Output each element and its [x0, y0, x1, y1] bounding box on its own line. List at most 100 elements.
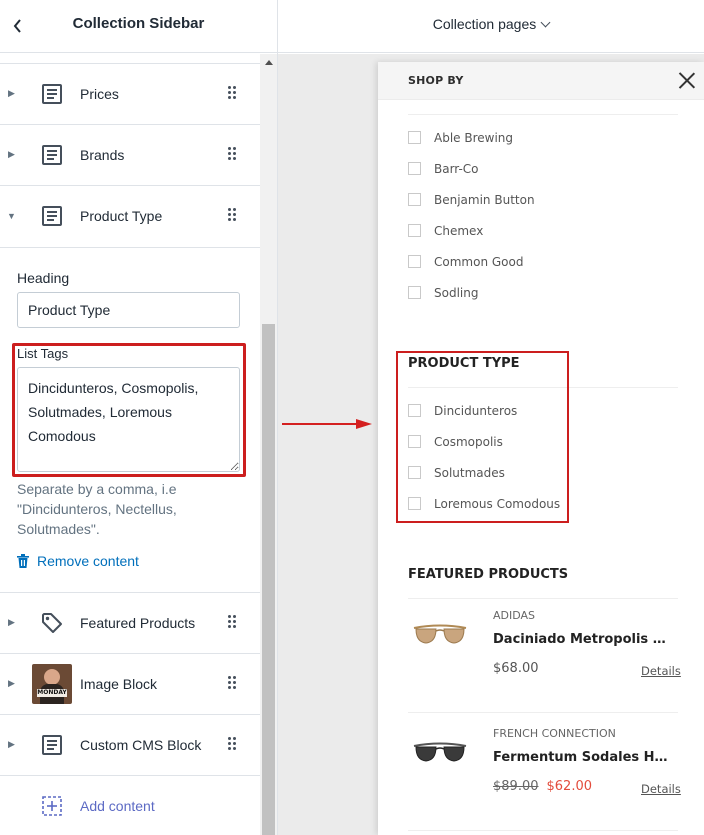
product-card[interactable]: ADIDAS Daciniado Metropolis An... $68.00… — [408, 600, 681, 712]
filter-label: Solutmades — [434, 466, 505, 480]
checkbox[interactable] — [408, 435, 421, 448]
filter-label: Sodling — [434, 286, 479, 300]
product-price: $68.00 — [493, 661, 539, 676]
caret-right-icon[interactable]: ▶ — [8, 617, 15, 628]
section-row-product-type[interactable]: ▼ Product Type — [0, 186, 260, 247]
filter-label: Common Good — [434, 255, 524, 269]
list-tags-label: List Tags — [17, 346, 69, 361]
section-row-brands[interactable]: ▶ Brands — [0, 125, 260, 186]
section-label: Custom CMS Block — [80, 737, 202, 753]
add-content-button[interactable]: Add content — [0, 776, 260, 835]
section-row-featured-products[interactable]: ▶ Featured Products — [0, 593, 260, 654]
caret-right-icon[interactable]: ▶ — [8, 678, 15, 689]
featured-products-title: FEATURED PRODUCTS — [408, 567, 569, 582]
details-link[interactable]: Details — [641, 664, 681, 678]
caret-right-icon[interactable]: ▶ — [8, 739, 15, 750]
checkbox[interactable] — [408, 466, 421, 479]
checkbox[interactable] — [408, 162, 421, 175]
filter-label: Cosmopolis — [434, 435, 503, 449]
text-block-icon — [40, 143, 64, 167]
sidebar-scrollbar[interactable] — [260, 54, 277, 835]
product-type-title: PRODUCT TYPE — [408, 356, 520, 371]
checkbox[interactable] — [408, 255, 421, 268]
checkbox[interactable] — [408, 404, 421, 417]
text-block-icon — [40, 733, 64, 757]
filter-label: Benjamin Button — [434, 193, 535, 207]
caret-right-icon[interactable]: ▶ — [8, 88, 15, 99]
drawer-title: SHOP BY — [408, 74, 464, 87]
caret-right-icon[interactable]: ▶ — [8, 149, 15, 160]
remove-content-button[interactable]: Remove content — [17, 553, 139, 569]
checkbox[interactable] — [408, 224, 421, 237]
filter-label: Barr-Co — [434, 162, 479, 176]
checkbox[interactable] — [408, 193, 421, 206]
divider — [408, 712, 678, 713]
editor-header: Collection Sidebar — [0, 0, 277, 53]
drag-handle-icon[interactable] — [228, 147, 238, 161]
section-label: Prices — [80, 86, 119, 102]
section-label: Product Type — [80, 208, 163, 224]
thumbnail-text: MONDAY — [37, 689, 67, 697]
caret-down-icon[interactable]: ▼ — [7, 211, 16, 221]
drag-handle-icon[interactable] — [228, 737, 238, 751]
sunglasses-image — [413, 742, 467, 762]
text-block-icon — [40, 204, 64, 228]
remove-content-label: Remove content — [37, 553, 139, 569]
preview-header: Collection pages — [278, 0, 704, 53]
section-row-image-block[interactable]: ▶ MONDAY Image Block — [0, 654, 260, 715]
product-card[interactable]: FRENCH CONNECTION Fermentum Sodales Haug… — [408, 718, 681, 830]
heading-input[interactable] — [17, 292, 240, 328]
details-link[interactable]: Details — [641, 782, 681, 796]
add-section-icon — [40, 794, 64, 818]
chevron-down-icon — [540, 17, 551, 28]
heading-label: Heading — [17, 270, 70, 286]
product-brand: ADIDAS — [493, 609, 536, 622]
checkbox[interactable] — [408, 497, 421, 510]
filter-label: Loremous Comodous — [434, 497, 561, 511]
drag-handle-icon[interactable] — [228, 208, 238, 222]
filter-drawer: SHOP BY Able Brewing Barr-Co Benjamin Bu… — [378, 62, 704, 835]
page-selector-label: Collection pages — [432, 16, 537, 32]
close-icon[interactable] — [678, 71, 696, 89]
image-thumbnail: MONDAY — [32, 664, 72, 704]
tag-icon — [40, 611, 64, 635]
editor-title: Collection Sidebar — [72, 15, 205, 32]
divider — [408, 114, 678, 115]
old-price: $89.00 — [493, 779, 539, 794]
product-name[interactable]: Daciniado Metropolis An... — [493, 632, 673, 647]
product-name[interactable]: Fermentum Sodales Haugu... — [493, 750, 673, 765]
trash-icon — [17, 554, 29, 568]
filter-label: Dincidunteros — [434, 404, 518, 418]
helper-text: Separate by a comma, i.e "Dincidunteros,… — [17, 481, 177, 537]
checkbox[interactable] — [408, 286, 421, 299]
drag-handle-icon[interactable] — [228, 86, 238, 100]
filter-label: Able Brewing — [434, 131, 514, 145]
section-row-prices[interactable]: ▶ Prices — [0, 64, 260, 125]
filter-label: Chemex — [434, 224, 484, 238]
drag-handle-icon[interactable] — [228, 676, 238, 690]
sale-price: $62.00 — [546, 779, 593, 794]
checkbox[interactable] — [408, 131, 421, 144]
divider — [408, 387, 678, 388]
section-label: Brands — [80, 147, 125, 163]
section-row-custom-cms-block[interactable]: ▶ Custom CMS Block — [0, 715, 260, 776]
arrow-right-icon — [282, 419, 372, 429]
drag-handle-icon[interactable] — [228, 615, 238, 629]
add-content-label: Add content — [80, 798, 155, 814]
text-block-icon — [40, 82, 64, 106]
section-label: Featured Products — [80, 615, 196, 631]
product-brand: FRENCH CONNECTION — [493, 727, 616, 740]
drawer-header: SHOP BY — [378, 62, 704, 100]
scroll-thumb[interactable] — [262, 324, 275, 835]
section-row-hidden — [0, 54, 260, 64]
list-tags-textarea[interactable]: Dincidunteros, Cosmopolis, Solutmades, L… — [17, 367, 240, 472]
divider — [408, 598, 678, 599]
product-price: $89.00 $62.00 — [493, 779, 592, 794]
scroll-up-arrow[interactable] — [260, 54, 277, 71]
divider — [408, 830, 678, 831]
section-label: Image Block — [80, 676, 158, 692]
page-selector[interactable]: Collection pages — [278, 16, 704, 32]
divider — [0, 247, 260, 248]
sunglasses-image — [413, 624, 467, 644]
editor-sidebar: Collection Sidebar ▶ Prices ▶ Brands ▼ P… — [0, 0, 278, 835]
